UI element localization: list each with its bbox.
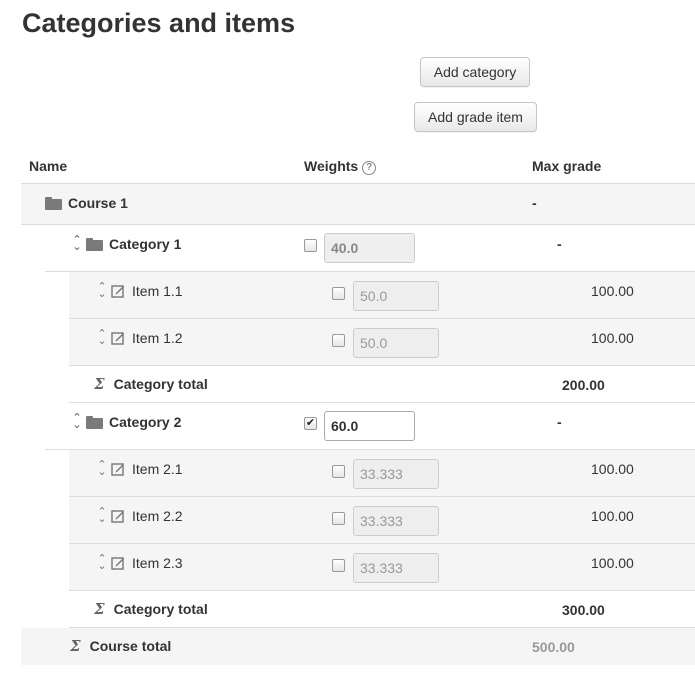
item-name: Item 1.1: [132, 283, 183, 299]
move-icon[interactable]: ⌃ ⌄: [96, 507, 108, 525]
table-row-category: ⌃ ⌄ Category 2 ✔ 60.0 -: [45, 403, 695, 450]
add-category-button[interactable]: Add category: [420, 57, 530, 87]
weight-input[interactable]: 40.0: [324, 233, 415, 263]
max-grade: -: [532, 195, 537, 211]
folder-icon: [45, 196, 62, 210]
max-grade: 200.00: [562, 377, 605, 393]
category-name: Category 2: [109, 414, 182, 430]
table-row-category-total: Σ Category total 300.00: [69, 591, 695, 628]
column-header-weights: Weights?: [304, 158, 377, 175]
table-row-item: ⌃ ⌄ Item 1.1 50.0 100.00: [69, 272, 695, 319]
edit-icon: [111, 462, 125, 476]
folder-icon: [86, 237, 103, 251]
table-row-course-total: Σ Course total 500.00: [21, 628, 695, 665]
move-icon[interactable]: ⌃ ⌄: [96, 329, 108, 347]
add-grade-item-button[interactable]: Add grade item: [414, 102, 537, 132]
category-total-label: Category total: [113, 376, 208, 392]
sigma-icon: Σ: [94, 600, 105, 618]
table-row-course: Course 1 -: [21, 184, 695, 225]
table-row-item: ⌃ ⌄ Item 2.1 33.333 100.00: [69, 450, 695, 497]
weight-override-checkbox[interactable]: [332, 559, 345, 572]
edit-icon: [111, 331, 125, 345]
move-icon[interactable]: ⌃ ⌄: [96, 282, 108, 300]
max-grade: -: [557, 236, 562, 252]
edit-icon: [111, 284, 125, 298]
max-grade: 100.00: [591, 461, 634, 477]
item-name: Item 2.1: [132, 461, 183, 477]
course-total-label: Course total: [89, 638, 172, 654]
max-grade: 500.00: [532, 639, 575, 655]
weight-input[interactable]: 50.0: [353, 328, 439, 358]
table-row-category: ⌃ ⌄ Category 1 40.0 -: [45, 225, 695, 272]
item-name: Item 2.2: [132, 508, 183, 524]
weight-input[interactable]: 50.0: [353, 281, 439, 311]
course-name: Course 1: [68, 195, 128, 211]
help-icon[interactable]: ?: [362, 161, 377, 175]
weight-override-checkbox[interactable]: [332, 287, 345, 300]
move-icon[interactable]: ⌃ ⌄: [71, 235, 83, 253]
item-name: Item 2.3: [132, 555, 183, 571]
max-grade: 100.00: [591, 330, 634, 346]
column-header-max-grade: Max grade: [532, 158, 602, 174]
weight-override-checkbox[interactable]: [332, 334, 345, 347]
max-grade: 100.00: [591, 508, 634, 524]
weight-override-checkbox[interactable]: [332, 512, 345, 525]
max-grade: 100.00: [591, 283, 634, 299]
grade-setup-table: Name Weights? Max grade Course 1 - ⌃ ⌄ Ca…: [21, 150, 695, 665]
weight-input[interactable]: 33.333: [353, 553, 439, 583]
move-icon[interactable]: ⌃ ⌄: [96, 460, 108, 478]
move-icon[interactable]: ⌃ ⌄: [96, 554, 108, 572]
weight-input[interactable]: 33.333: [353, 506, 439, 536]
table-row-item: ⌃ ⌄ Item 2.2 33.333 100.00: [69, 497, 695, 544]
table-row-item: ⌃ ⌄ Item 1.2 50.0 100.00: [69, 319, 695, 366]
weight-input[interactable]: 33.333: [353, 459, 439, 489]
weight-override-checkbox[interactable]: ✔: [304, 417, 317, 430]
max-grade: -: [557, 414, 562, 430]
weight-override-checkbox[interactable]: [304, 239, 317, 252]
weight-input[interactable]: 60.0: [324, 411, 415, 441]
weight-override-checkbox[interactable]: [332, 465, 345, 478]
table-row-category-total: Σ Category total 200.00: [69, 366, 695, 403]
table-row-item: ⌃ ⌄ Item 2.3 33.333 100.00: [69, 544, 695, 591]
move-icon[interactable]: ⌃ ⌄: [71, 413, 83, 431]
edit-icon: [111, 509, 125, 523]
sigma-icon: Σ: [94, 375, 105, 393]
category-total-label: Category total: [113, 601, 208, 617]
edit-icon: [111, 556, 125, 570]
category-name: Category 1: [109, 236, 182, 252]
folder-icon: [86, 415, 103, 429]
page-title: Categories and items: [22, 8, 296, 38]
item-name: Item 1.2: [132, 330, 183, 346]
sigma-icon: Σ: [70, 637, 81, 655]
max-grade: 300.00: [562, 602, 605, 618]
table-header: Name Weights? Max grade: [21, 150, 695, 184]
max-grade: 100.00: [591, 555, 634, 571]
column-header-name: Name: [29, 158, 68, 174]
weights-label: Weights: [304, 158, 359, 174]
